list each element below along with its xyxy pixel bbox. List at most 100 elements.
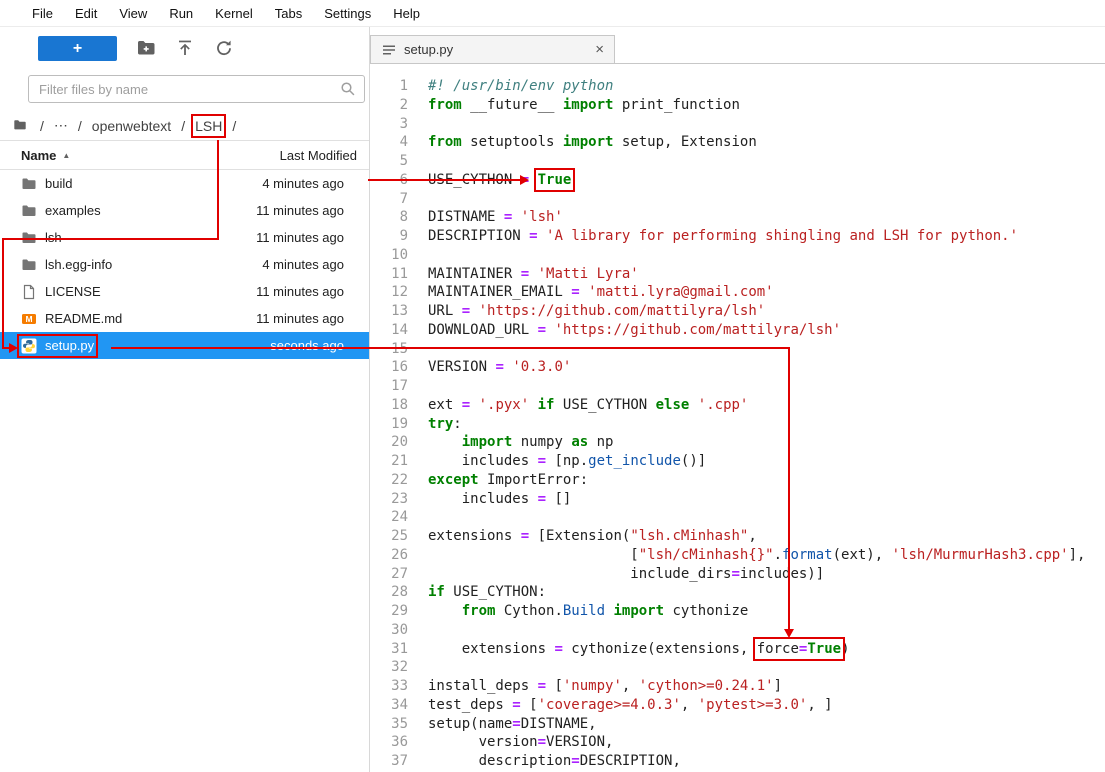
file-modified: 11 minutes ago [256, 203, 344, 218]
refresh-icon[interactable] [214, 38, 234, 58]
line-number: 27 [370, 565, 408, 584]
editor-panel: setup.py × 1#! /usr/bin/env python2from … [370, 27, 1105, 772]
code-line[interactable]: 7 [370, 190, 1105, 209]
breadcrumb-segment[interactable]: / [40, 118, 44, 134]
line-number: 25 [370, 527, 408, 546]
file-modified: 4 minutes ago [262, 257, 344, 272]
code-line[interactable]: 32 [370, 658, 1105, 677]
code-line[interactable]: 37 description=DESCRIPTION, [370, 752, 1105, 771]
filter-files-input[interactable] [28, 75, 365, 103]
new-launcher-button[interactable]: + [38, 36, 117, 61]
file-name: lsh.egg-info [45, 257, 112, 272]
code-line[interactable]: 2from __future__ import print_function [370, 96, 1105, 115]
code-line[interactable]: 27 include_dirs=includes)] [370, 565, 1105, 584]
file-list: build4 minutes agoexamples11 minutes ago… [0, 170, 369, 359]
menu-item-kernel[interactable]: Kernel [204, 6, 264, 21]
file-row-lsh.egg-info[interactable]: lsh.egg-info 4 minutes ago [0, 251, 369, 278]
code-line[interactable]: 21 includes = [np.get_include()] [370, 452, 1105, 471]
line-number: 12 [370, 283, 408, 302]
line-number: 11 [370, 265, 408, 284]
line-number: 3 [370, 115, 408, 134]
line-number: 33 [370, 677, 408, 696]
menu-item-settings[interactable]: Settings [313, 6, 382, 21]
code-line[interactable]: 35setup(name=DISTNAME, [370, 715, 1105, 734]
breadcrumb-segment[interactable]: / [78, 118, 82, 134]
code-line[interactable]: 18ext = '.pyx' if USE_CYTHON else '.cpp' [370, 396, 1105, 415]
file-browser-toolbar: + [38, 35, 369, 61]
breadcrumb-segment[interactable]: openwebtext [92, 118, 171, 134]
code-line[interactable]: 15 [370, 340, 1105, 359]
breadcrumb: / ⋯ / openwebtext / LSH / [0, 111, 369, 141]
menu-item-edit[interactable]: Edit [64, 6, 108, 21]
code-line[interactable]: 30 [370, 621, 1105, 640]
new-folder-icon[interactable] [136, 38, 156, 58]
line-number: 22 [370, 471, 408, 490]
code-line[interactable]: 11MAINTAINER = 'Matti Lyra' [370, 265, 1105, 284]
code-line[interactable]: 9DESCRIPTION = 'A library for performing… [370, 227, 1105, 246]
file-name: lsh [45, 230, 62, 245]
breadcrumb-segment[interactable]: / [181, 118, 185, 134]
line-number: 31 [370, 640, 408, 659]
file-icon [21, 284, 37, 300]
code-line[interactable]: 4from setuptools import setup, Extension [370, 133, 1105, 152]
close-tab-icon[interactable]: × [595, 41, 604, 58]
code-line[interactable]: 28if USE_CYTHON: [370, 583, 1105, 602]
code-line[interactable]: 17 [370, 377, 1105, 396]
code-line[interactable]: 12MAINTAINER_EMAIL = 'matti.lyra@gmail.c… [370, 283, 1105, 302]
jupyterlab-window: FileEditViewRunKernelTabsSettingsHelp + [0, 0, 1105, 772]
file-row-lsh[interactable]: lsh11 minutes ago [0, 224, 369, 251]
menu-item-help[interactable]: Help [382, 6, 431, 21]
code-line[interactable]: 25extensions = [Extension("lsh.cMinhash"… [370, 527, 1105, 546]
code-line[interactable]: 23 includes = [] [370, 490, 1105, 509]
breadcrumb-segment[interactable]: / [232, 118, 236, 134]
file-row-README.md[interactable]: MREADME.md11 minutes ago [0, 305, 369, 332]
column-header-last-modified[interactable]: Last Modified [280, 148, 357, 163]
code-line[interactable]: 6USE_CYTHON = True [370, 171, 1105, 190]
code-line[interactable]: 1#! /usr/bin/env python [370, 77, 1105, 96]
code-line[interactable]: 20 import numpy as np [370, 433, 1105, 452]
line-number: 4 [370, 133, 408, 152]
line-number: 18 [370, 396, 408, 415]
code-line[interactable]: 31 extensions = cythonize(extensions, fo… [370, 640, 1105, 659]
file-modified: seconds ago [270, 338, 344, 353]
line-number: 20 [370, 433, 408, 452]
menu-item-view[interactable]: View [108, 6, 158, 21]
breadcrumb-segment[interactable]: ⋯ [54, 117, 68, 134]
code-line[interactable]: 14DOWNLOAD_URL = 'https://github.com/mat… [370, 321, 1105, 340]
code-line[interactable]: 26 ["lsh/cMinhash{}".format(ext), 'lsh/M… [370, 546, 1105, 565]
code-line[interactable]: 36 version=VERSION, [370, 733, 1105, 752]
code-line[interactable]: 3 [370, 115, 1105, 134]
code-line[interactable]: 19try: [370, 415, 1105, 434]
breadcrumb-segment[interactable]: LSH [195, 118, 222, 134]
tab-setup-py[interactable]: setup.py × [370, 35, 615, 63]
file-row-setup.py[interactable]: setup.pyseconds ago [0, 332, 369, 359]
code-line[interactable]: 8DISTNAME = 'lsh' [370, 208, 1105, 227]
folder-icon [21, 230, 37, 246]
menu-item-file[interactable]: File [21, 6, 64, 21]
folder-icon [21, 203, 37, 219]
menu-item-tabs[interactable]: Tabs [264, 6, 313, 21]
code-line[interactable]: 5 [370, 152, 1105, 171]
code-line[interactable]: 10 [370, 246, 1105, 265]
code-line[interactable]: 22except ImportError: [370, 471, 1105, 490]
file-row-build[interactable]: build4 minutes ago [0, 170, 369, 197]
folder-icon [21, 257, 37, 273]
file-row-examples[interactable]: examples11 minutes ago [0, 197, 369, 224]
line-number: 6 [370, 171, 408, 190]
line-number: 36 [370, 733, 408, 752]
code-line[interactable]: 33install_deps = ['numpy', 'cython>=0.24… [370, 677, 1105, 696]
menu-item-run[interactable]: Run [158, 6, 204, 21]
code-line[interactable]: 16VERSION = '0.3.0' [370, 358, 1105, 377]
code-editor[interactable]: 1#! /usr/bin/env python2from __future__ … [370, 64, 1105, 772]
file-row-LICENSE[interactable]: LICENSE11 minutes ago [0, 278, 369, 305]
code-line[interactable]: 13URL = 'https://github.com/mattilyra/ls… [370, 302, 1105, 321]
file-modified: 4 minutes ago [262, 176, 344, 191]
line-number: 24 [370, 508, 408, 527]
code-line[interactable]: 34test_deps = ['coverage>=4.0.3', 'pytes… [370, 696, 1105, 715]
code-line[interactable]: 24 [370, 508, 1105, 527]
column-header-name[interactable]: Name ▲ [21, 148, 70, 163]
home-folder-icon[interactable] [12, 118, 30, 133]
code-line[interactable]: 29 from Cython.Build import cythonize [370, 602, 1105, 621]
upload-icon[interactable] [175, 38, 195, 58]
line-number: 9 [370, 227, 408, 246]
